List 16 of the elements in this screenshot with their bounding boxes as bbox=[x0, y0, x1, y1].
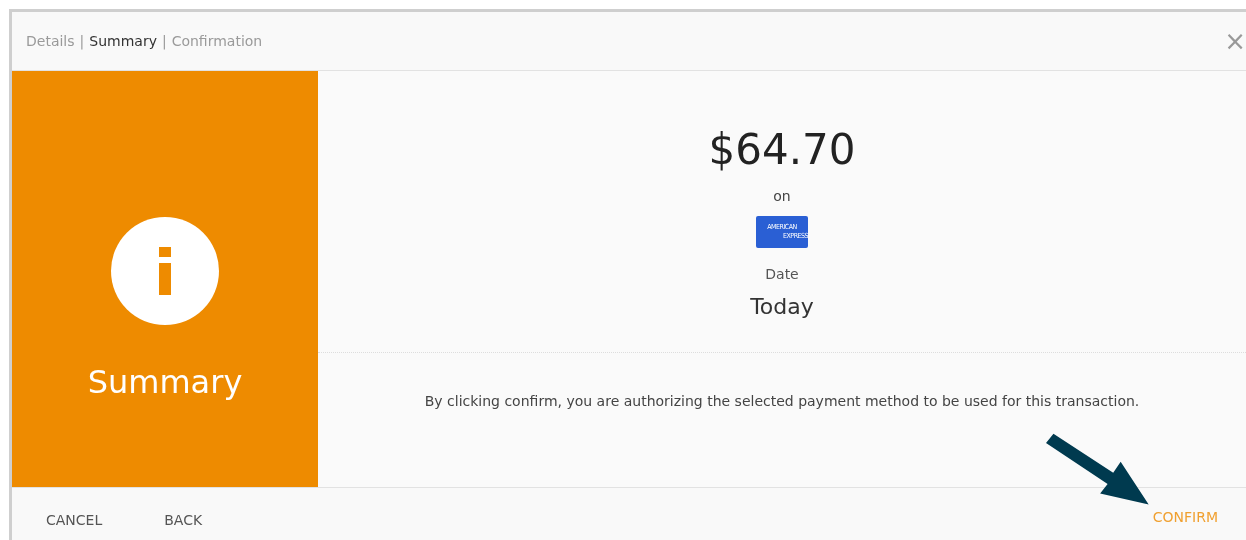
footer-button[interactable]: CANCEL bbox=[34, 505, 115, 534]
breadcrumb-separator: | bbox=[79, 33, 85, 49]
breadcrumb-step[interactable]: Summary bbox=[89, 33, 157, 49]
confirm-button[interactable]: CONFIRM bbox=[1140, 502, 1230, 537]
footer-button[interactable]: BACK bbox=[152, 505, 215, 534]
close-button[interactable]: × bbox=[1222, 28, 1246, 54]
breadcrumb-step[interactable]: Details bbox=[26, 33, 75, 49]
info-icon bbox=[111, 217, 219, 325]
breadcrumb-step[interactable]: Confirmation bbox=[171, 33, 263, 49]
date-label: Date bbox=[765, 266, 799, 282]
amount: $64.70 bbox=[708, 125, 856, 175]
breadcrumb-separator: | bbox=[161, 33, 167, 49]
authorization-notice: By clicking confirm, you are authorizing the selected payment method to be used for this transaction. bbox=[424, 393, 1140, 409]
on-label: on bbox=[773, 188, 791, 204]
panel-title: Summary bbox=[87, 363, 243, 401]
date-value: Today bbox=[750, 294, 814, 319]
